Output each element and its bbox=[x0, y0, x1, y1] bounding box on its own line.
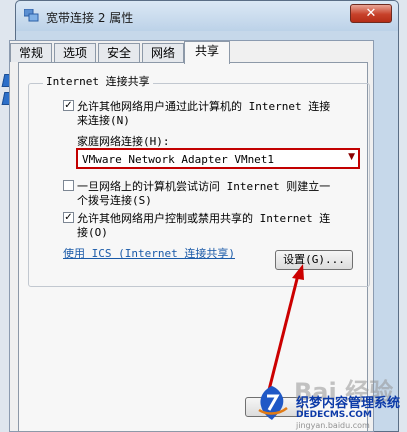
watermark-url: jingyan.baidu.com bbox=[296, 421, 370, 430]
annotation-arrow bbox=[265, 264, 304, 399]
site-logo-icon bbox=[258, 386, 288, 420]
site-domain: DEDECMS.COM bbox=[296, 410, 372, 420]
tab-sharing[interactable]: 共享 bbox=[184, 41, 230, 64]
tab-label: 共享 bbox=[194, 44, 219, 58]
site-name: 织梦内容管理系统 bbox=[296, 396, 401, 411]
